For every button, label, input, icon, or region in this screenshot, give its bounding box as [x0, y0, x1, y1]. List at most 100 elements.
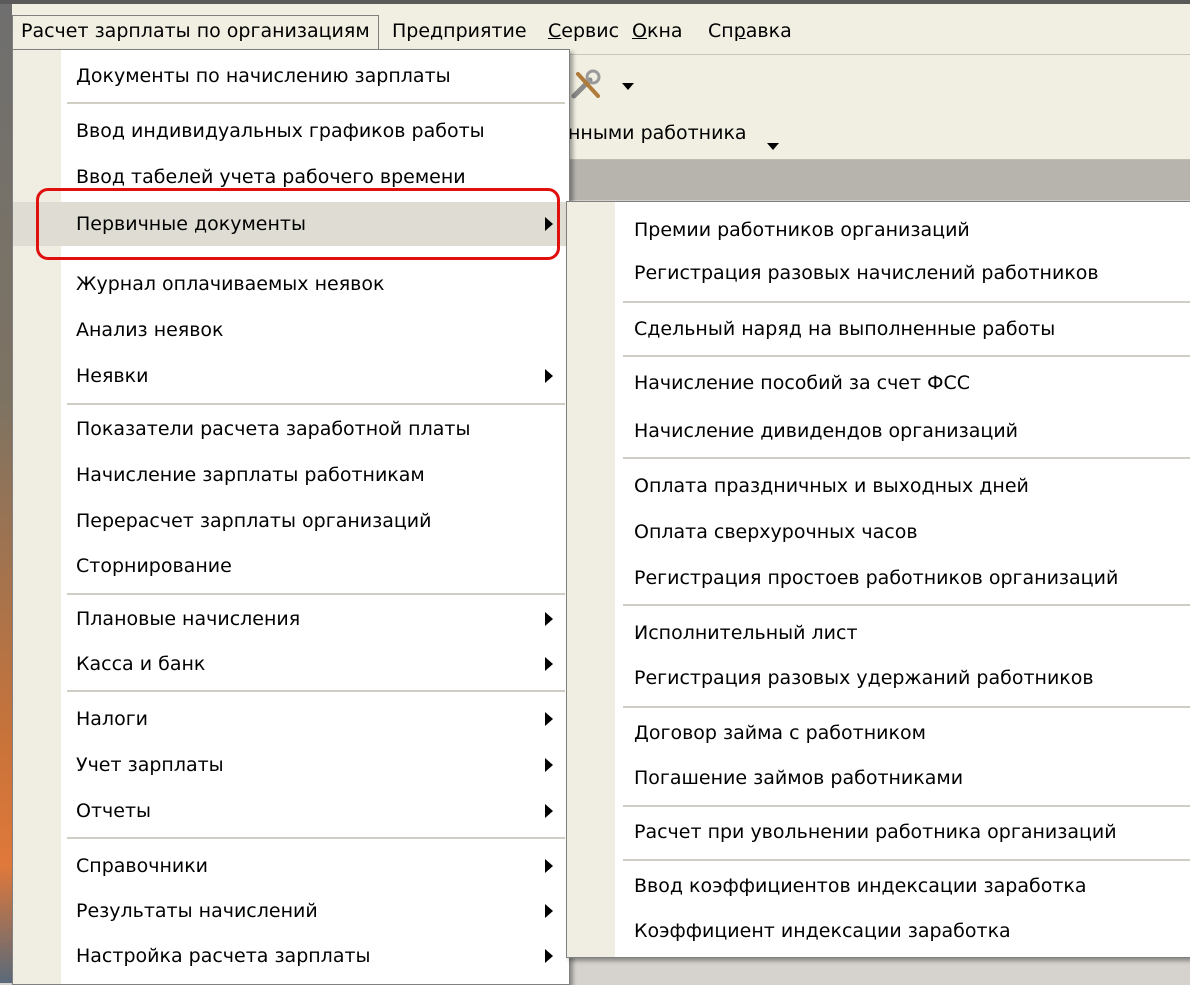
menu-item-label: Неявки [76, 365, 149, 387]
menubar-item-service[interactable]: Сервис [540, 16, 627, 46]
menu-separator [67, 593, 565, 595]
menu-item-absences[interactable]: Неявки [13, 354, 569, 398]
menu-item-label: Регистрация разовых удержаний работников [634, 667, 1094, 689]
menu-item-label: Показатели расчета заработной платы [76, 418, 471, 440]
menubar-item-enterprise[interactable]: Предприятие [384, 16, 535, 46]
submenu-arrow-icon [545, 804, 553, 818]
submenu-item-downtime[interactable]: Регистрация простоев работников организа… [567, 556, 1190, 600]
menu-item-label: Оплата праздничных и выходных дней [634, 475, 1029, 497]
submenu-item-fss-benefits[interactable]: Начисление пособий за счет ФСС [567, 361, 1190, 405]
submenu-item-loan-repayment[interactable]: Погашение займов работниками [567, 756, 1190, 800]
menu-item-label: Начисление зарплаты работникам [76, 464, 425, 486]
menu-item-accrual-results[interactable]: Результаты начислений [13, 889, 569, 933]
menu-item-cash-bank[interactable]: Касса и банк [13, 642, 569, 686]
submenu-arrow-icon [545, 949, 553, 963]
desktop-background-strip [0, 4, 12, 983]
menu-item-payroll-settings[interactable]: Настройка расчета зарплаты [13, 934, 569, 978]
menu-item-planned-accruals[interactable]: Плановые начисления [13, 597, 569, 641]
menu-separator [623, 604, 1190, 606]
menu-item-label: Коэффициент индексации заработка [634, 920, 1011, 942]
menu-item-label: Расчет при увольнении работника организа… [634, 821, 1117, 843]
submenu-arrow-icon [545, 859, 553, 873]
menu-item-label: Сдельный наряд на выполненные работы [634, 318, 1056, 340]
menu-item-taxes[interactable]: Налоги [13, 697, 569, 741]
menu-item-label: Касса и банк [76, 653, 206, 675]
menu-item-label: Настройка расчета зарплаты [76, 945, 371, 967]
submenu-item-one-time-accruals[interactable]: Регистрация разовых начислений работнико… [567, 251, 1190, 295]
menu-separator [623, 859, 1190, 861]
submenu-item-loan-agreement[interactable]: Договор займа с работником [567, 711, 1190, 755]
highlight-annotation-box [36, 188, 560, 260]
submenu-arrow-icon [545, 904, 553, 918]
submenu-item-indexation-coefficient[interactable]: Коэффициент индексации заработка [567, 909, 1190, 953]
menu-separator [67, 690, 565, 692]
menu-item-label: Ввод коэффициентов индексации заработка [634, 875, 1087, 897]
menu-item-recalculation[interactable]: Перерасчет зарплаты организаций [13, 499, 569, 543]
primary-documents-submenu: Премии работников организаций Регистраци… [566, 201, 1190, 958]
menu-item-reports[interactable]: Отчеты [13, 789, 569, 833]
menu-item-label: Ввод индивидуальных графиков работы [76, 120, 485, 142]
menubar-item-label: Предприятие [392, 20, 527, 42]
menu-item-label: Плановые начисления [76, 608, 301, 630]
submenu-item-writ-of-execution[interactable]: Исполнительный лист [567, 611, 1190, 655]
menu-item-label: Начисление пособий за счет ФСС [634, 372, 970, 394]
accelerator-key: р [733, 20, 746, 42]
menu-item-individual-schedules[interactable]: Ввод индивидуальных графиков работы [13, 109, 569, 153]
menu-item-label: Отчеты [76, 800, 152, 822]
menu-item-absence-analysis[interactable]: Анализ неявок [13, 308, 569, 352]
menu-item-salary-indicators[interactable]: Показатели расчета заработной платы [13, 407, 569, 451]
accelerator-key: С [548, 20, 562, 42]
menu-item-label: Журнал оплачиваемых неявок [76, 273, 385, 295]
submenu-arrow-icon [545, 612, 553, 626]
menu-item-absence-journal[interactable]: Журнал оплачиваемых неявок [13, 262, 569, 306]
menu-item-label: Справочники [76, 855, 209, 877]
submenu-item-indexation-input[interactable]: Ввод коэффициентов индексации заработка [567, 864, 1190, 908]
submenu-item-piecework-order[interactable]: Сдельный наряд на выполненные работы [567, 307, 1190, 351]
menu-item-label: Договор займа с работником [634, 722, 926, 744]
submenu-arrow-icon [545, 369, 553, 383]
tools-icon[interactable] [568, 68, 608, 102]
submenu-item-one-time-deductions[interactable]: Регистрация разовых удержаний работников [567, 656, 1190, 700]
submenu-item-dividends[interactable]: Начисление дивидендов организаций [567, 409, 1190, 453]
submenu-item-bonuses[interactable]: Премии работников организаций [567, 208, 1190, 252]
menubar-item-help[interactable]: Справка [700, 16, 800, 46]
submenu-arrow-icon [545, 712, 553, 726]
chevron-down-icon[interactable] [767, 143, 779, 150]
submenu-arrow-icon [545, 657, 553, 671]
menu-item-salary-accrual[interactable]: Начисление зарплаты работникам [13, 453, 569, 497]
menu-separator [623, 706, 1190, 708]
submenu-item-holiday-pay[interactable]: Оплата праздничных и выходных дней [567, 464, 1190, 508]
menu-separator [623, 457, 1190, 459]
menu-separator [67, 837, 565, 839]
menubar-item-label: Расчет зарплаты по организациям [21, 20, 370, 42]
menu-item-label: Начисление дивидендов организаций [634, 420, 1019, 442]
menu-item-label: Учет зарплаты [76, 754, 224, 776]
submenu-item-dismissal-settlement[interactable]: Расчет при увольнении работника организа… [567, 810, 1190, 854]
menu-item-label: Перерасчет зарплаты организаций [76, 510, 432, 532]
chevron-down-icon[interactable] [622, 83, 634, 90]
menu-item-label: Регистрация разовых начислений работнико… [634, 262, 1099, 284]
menu-item-reversal[interactable]: Сторнирование [13, 544, 569, 588]
menu-item-salary-accounting[interactable]: Учет зарплаты [13, 743, 569, 787]
menu-item-label: Оплата сверхурочных часов [634, 521, 918, 543]
menu-item-label: Исполнительный лист [634, 622, 858, 644]
menubar-item-windows[interactable]: Окна [624, 16, 691, 46]
accelerator-key: О [632, 20, 647, 42]
menu-item-label: Результаты начислений [76, 900, 318, 922]
menu-item-label: Налоги [76, 708, 149, 730]
menu-separator [623, 301, 1190, 303]
menu-item-label: Регистрация простоев работников организа… [634, 567, 1119, 589]
menu-item-directories[interactable]: Справочники [13, 844, 569, 888]
submenu-arrow-icon [545, 758, 553, 772]
menu-item-label: Погашение займов работниками [634, 767, 964, 789]
menubar: Расчет зарплаты по организациям Предприя… [12, 4, 1190, 56]
menu-separator [623, 355, 1190, 357]
submenu-item-overtime-pay[interactable]: Оплата сверхурочных часов [567, 510, 1190, 554]
menu-item-label: Премии работников организаций [634, 219, 970, 241]
menu-separator [623, 805, 1190, 807]
menu-item-label: Анализ неявок [76, 319, 224, 341]
menu-item-label: Документы по начислению зарплаты [76, 65, 451, 87]
menu-item-payroll-documents[interactable]: Документы по начислению зарплаты [13, 54, 569, 98]
menu-separator [67, 403, 565, 405]
toolbar-button-label[interactable]: нными работника [568, 118, 747, 148]
